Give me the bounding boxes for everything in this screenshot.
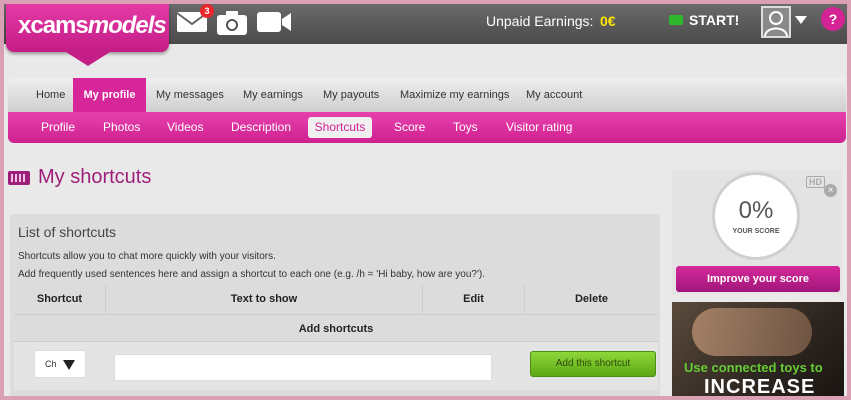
app-frame: 3 Unpaid Earnings: 0€ START! ? xcamsmode… [4, 4, 847, 396]
dropdown-arrow-icon [63, 360, 75, 370]
connected-toys-promo[interactable]: Use connected toys to INCREASE [672, 302, 844, 396]
promo-line-1: Use connected toys to [684, 360, 823, 375]
shortcut-text-input[interactable] [114, 354, 492, 381]
shortcuts-panel: List of shortcuts Shortcuts allow you to… [10, 214, 660, 396]
shortcut-select-value: Ch [45, 359, 57, 369]
score-percent: 0% [738, 197, 774, 224]
nav-home[interactable]: Home [36, 78, 65, 112]
improve-score-button[interactable]: Improve your score [676, 266, 840, 292]
tab-shortcuts[interactable]: Shortcuts [308, 117, 372, 138]
video-camera-icon[interactable] [256, 10, 292, 39]
nav-maximize-earnings[interactable]: Maximize my earnings [400, 78, 509, 112]
tab-toys[interactable]: Toys [453, 112, 478, 143]
page-title-text: My shortcuts [38, 166, 152, 188]
logo[interactable]: xcamsmodels [6, 4, 169, 52]
account-chevron-down-icon[interactable] [795, 16, 807, 24]
shortcut-select[interactable]: Ch [34, 350, 86, 378]
close-icon[interactable]: × [824, 184, 837, 197]
panel-description-2: Add frequently used sentences here and a… [18, 269, 485, 280]
logo-text-2: models [87, 12, 167, 39]
column-header-shortcut: Shortcut [14, 285, 106, 313]
panel-description-1: Shortcuts allow you to chat more quickly… [18, 251, 276, 262]
start-label: START! [689, 12, 740, 28]
hd-icon: HD [806, 176, 825, 188]
score-widget: 0% YOUR SCORE HD × Improve your score [672, 170, 842, 294]
nav-my-account[interactable]: My account [526, 78, 582, 112]
nav-my-payouts[interactable]: My payouts [323, 78, 379, 112]
tab-visitor-rating[interactable]: Visitor rating [506, 112, 572, 143]
nav-my-messages[interactable]: My messages [156, 78, 224, 112]
column-header-text: Text to show [106, 285, 423, 313]
keyboard-icon [8, 170, 30, 185]
unpaid-earnings-label: Unpaid Earnings: [486, 13, 594, 29]
logo-tip [66, 52, 110, 66]
avatar[interactable] [761, 6, 791, 38]
column-header-edit: Edit [423, 285, 525, 313]
tab-videos[interactable]: Videos [167, 112, 203, 143]
page-title: My shortcuts [8, 166, 151, 189]
panel-title: List of shortcuts [18, 224, 117, 240]
score-ring: 0% YOUR SCORE [712, 172, 800, 260]
start-broadcast-button[interactable]: START! [669, 12, 739, 28]
live-camera-icon [669, 15, 683, 25]
tab-description[interactable]: Description [231, 112, 291, 143]
camera-icon[interactable] [216, 10, 248, 41]
column-header-delete: Delete [574, 293, 609, 305]
tab-profile[interactable]: Profile [41, 112, 75, 143]
promo-image [692, 308, 812, 356]
add-shortcuts-row: Add shortcuts [14, 314, 658, 342]
nav-my-profile[interactable]: My profile [73, 78, 146, 112]
tab-score[interactable]: Score [394, 112, 425, 143]
add-shortcut-button[interactable]: Add this shortcut [530, 351, 656, 377]
unpaid-earnings-value: 0€ [600, 13, 616, 29]
logo-text-1: xcams [18, 12, 89, 39]
add-shortcut-form-row: Ch Add this shortcut [14, 342, 658, 390]
score-label: YOUR SCORE [732, 228, 780, 235]
tab-photos[interactable]: Photos [103, 112, 140, 143]
nav-my-earnings[interactable]: My earnings [243, 78, 303, 112]
main-nav: Home My profile My messages My earnings … [8, 78, 846, 112]
sub-nav: Profile Photos Videos Description Shortc… [8, 112, 846, 143]
messages-badge: 3 [200, 4, 214, 18]
promo-line-2: INCREASE [704, 376, 816, 396]
help-button[interactable]: ? [821, 7, 845, 31]
